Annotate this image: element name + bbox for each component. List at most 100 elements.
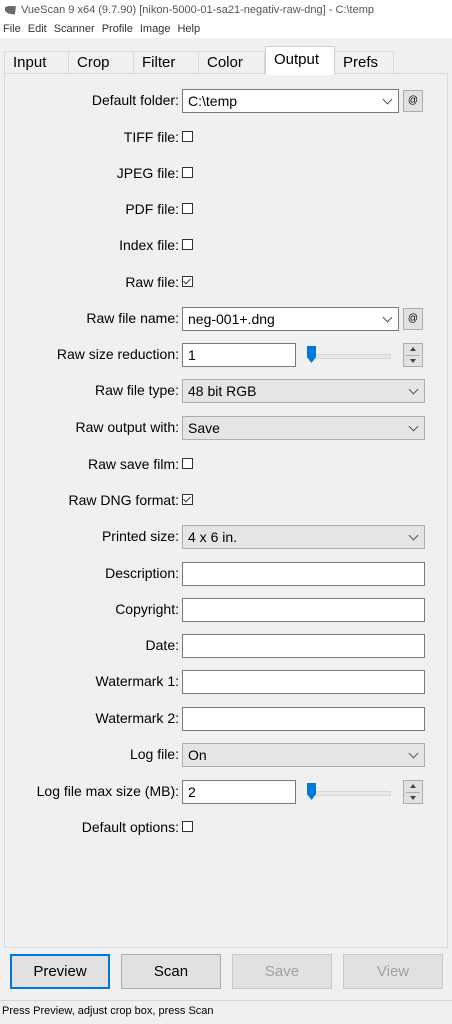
raw-output-with-value: Save: [188, 420, 220, 436]
raw-file-checkbox[interactable]: [182, 276, 193, 287]
index-file-label: Index file:: [119, 237, 179, 253]
menu-file[interactable]: File: [3, 23, 21, 35]
default-folder-value: C:\temp: [188, 93, 238, 109]
default-options-label: Default options:: [81, 819, 179, 835]
tiff-file-label: TIFF file:: [123, 129, 179, 145]
tab-output[interactable]: Output: [265, 46, 335, 75]
jpeg-file-row-2: JPEG file:: [5, 162, 449, 184]
preview-button[interactable]: Preview: [10, 954, 110, 989]
default-options-checkbox[interactable]: [182, 821, 193, 832]
menu-edit[interactable]: Edit: [28, 23, 47, 35]
raw-file-name-value: neg-001+.dng: [188, 311, 275, 327]
action-button-bar: Preview Scan Save View: [0, 954, 452, 990]
tiff-file-checkbox[interactable]: [182, 131, 193, 142]
tab-filter[interactable]: Filter: [133, 51, 199, 73]
menu-scanner[interactable]: Scanner: [54, 23, 95, 35]
raw-size-reduction-row: Raw size reduction: 1: [5, 343, 449, 367]
spin-up-icon[interactable]: [410, 347, 416, 351]
watermark2-input[interactable]: [182, 707, 425, 731]
default-options-row: Default options:: [5, 816, 449, 838]
tab-input[interactable]: Input: [4, 51, 69, 73]
index-file-checkbox[interactable]: [182, 239, 193, 250]
log-file-max-size-row: Log file max size (MB): 2: [5, 780, 449, 804]
raw-file-name-label: Raw file name:: [86, 310, 179, 326]
raw-size-reduction-label: Raw size reduction:: [56, 346, 179, 362]
printed-size-label: Printed size:: [101, 528, 179, 544]
spin-up-icon[interactable]: [410, 784, 416, 788]
log-file-label: Log file:: [129, 746, 179, 762]
log-file-max-size-input[interactable]: 2: [182, 780, 296, 804]
spin-divider: [406, 355, 420, 356]
watermark2-row: Watermark 2:: [5, 707, 449, 731]
log-file-max-size-spinner[interactable]: [403, 780, 423, 804]
tab-crop[interactable]: Crop: [68, 51, 134, 73]
raw-output-with-select[interactable]: Save: [182, 416, 425, 440]
printed-size-value: 4 x 6 in.: [188, 529, 238, 545]
log-file-value: On: [188, 747, 207, 763]
tiff-file-row: TIFF file:: [5, 126, 449, 148]
raw-output-with-row: Raw output with: Save: [5, 416, 449, 440]
chevron-down-icon: [408, 421, 419, 432]
menu-image[interactable]: Image: [140, 23, 171, 35]
tab-color[interactable]: Color: [198, 51, 265, 73]
date-input[interactable]: [182, 634, 425, 658]
slider-thumb[interactable]: [307, 783, 316, 800]
printed-size-row: Printed size: 4 x 6 in.: [5, 525, 449, 549]
raw-dng-format-checkbox[interactable]: [182, 494, 193, 505]
default-folder-row: Default folder: C:\temp @: [5, 89, 449, 113]
tab-strip: Input Crop Filter Color Output Prefs: [4, 45, 448, 75]
spin-down-icon[interactable]: [410, 796, 416, 800]
default-folder-label: Default folder:: [91, 92, 179, 108]
raw-file-type-value: 48 bit RGB: [188, 383, 257, 399]
description-input[interactable]: [182, 562, 425, 586]
raw-dng-format-row: Raw DNG format:: [5, 489, 449, 511]
copyright-input[interactable]: [182, 598, 425, 622]
pdf-file-checkbox[interactable]: [182, 203, 193, 214]
chevron-down-icon: [408, 384, 419, 395]
jpeg-file-checkbox[interactable]: [182, 167, 193, 178]
default-folder-combo[interactable]: C:\temp: [182, 89, 399, 113]
default-folder-at-button[interactable]: @: [403, 90, 423, 112]
printed-size-select[interactable]: 4 x 6 in.: [182, 525, 425, 549]
raw-file-name-combo[interactable]: neg-001+.dng: [182, 307, 399, 331]
raw-save-film-label: Raw save film:: [87, 456, 179, 472]
spin-down-icon[interactable]: [410, 359, 416, 363]
chevron-down-icon: [382, 312, 393, 323]
pdf-file-label: PDF file:: [125, 201, 179, 217]
save-button[interactable]: Save: [232, 954, 332, 989]
raw-file-label: Raw file:: [125, 274, 179, 290]
raw-file-name-at-button[interactable]: @: [403, 308, 423, 330]
raw-file-type-label: Raw file type:: [94, 382, 179, 398]
jpeg-file-label: JPEG file:: [116, 165, 179, 181]
copyright-label: Copyright:: [115, 601, 179, 617]
description-label: Description:: [105, 565, 179, 581]
raw-size-reduction-spinner[interactable]: [403, 343, 423, 367]
view-button[interactable]: View: [343, 954, 443, 989]
raw-size-reduction-slider[interactable]: [307, 343, 391, 367]
tab-prefs[interactable]: Prefs: [334, 51, 394, 73]
raw-size-reduction-input[interactable]: 1: [182, 343, 296, 367]
watermark1-input[interactable]: [182, 670, 425, 694]
output-panel: Default folder: C:\temp @ TIFF file: JPE…: [4, 73, 448, 948]
raw-file-type-select[interactable]: 48 bit RGB: [182, 379, 425, 403]
raw-file-name-row: Raw file name: neg-001+.dng @: [5, 307, 449, 331]
spin-divider: [406, 792, 420, 793]
log-file-select[interactable]: On: [182, 743, 425, 767]
vuescan-app-icon: [4, 4, 17, 17]
watermark2-label: Watermark 2:: [95, 710, 180, 726]
scan-button[interactable]: Scan: [121, 954, 221, 989]
raw-dng-format-label: Raw DNG format:: [68, 492, 179, 508]
description-row: Description:: [5, 562, 449, 586]
status-bar: Press Preview, adjust crop box, press Sc…: [0, 1000, 452, 1024]
index-file-row: Index file:: [5, 234, 449, 256]
date-row: Date:: [5, 634, 449, 658]
menu-bar: File Edit Scanner Profile Image Help: [0, 20, 452, 38]
watermark1-row: Watermark 1:: [5, 670, 449, 694]
menu-profile[interactable]: Profile: [102, 23, 133, 35]
slider-thumb[interactable]: [307, 346, 316, 363]
window-title: VueScan 9 x64 (9.7.90) [nikon-5000-01-sa…: [21, 4, 375, 16]
raw-save-film-checkbox[interactable]: [182, 458, 193, 469]
menu-help[interactable]: Help: [177, 23, 200, 35]
log-file-max-size-slider[interactable]: [307, 780, 391, 804]
copyright-row: Copyright:: [5, 598, 449, 622]
